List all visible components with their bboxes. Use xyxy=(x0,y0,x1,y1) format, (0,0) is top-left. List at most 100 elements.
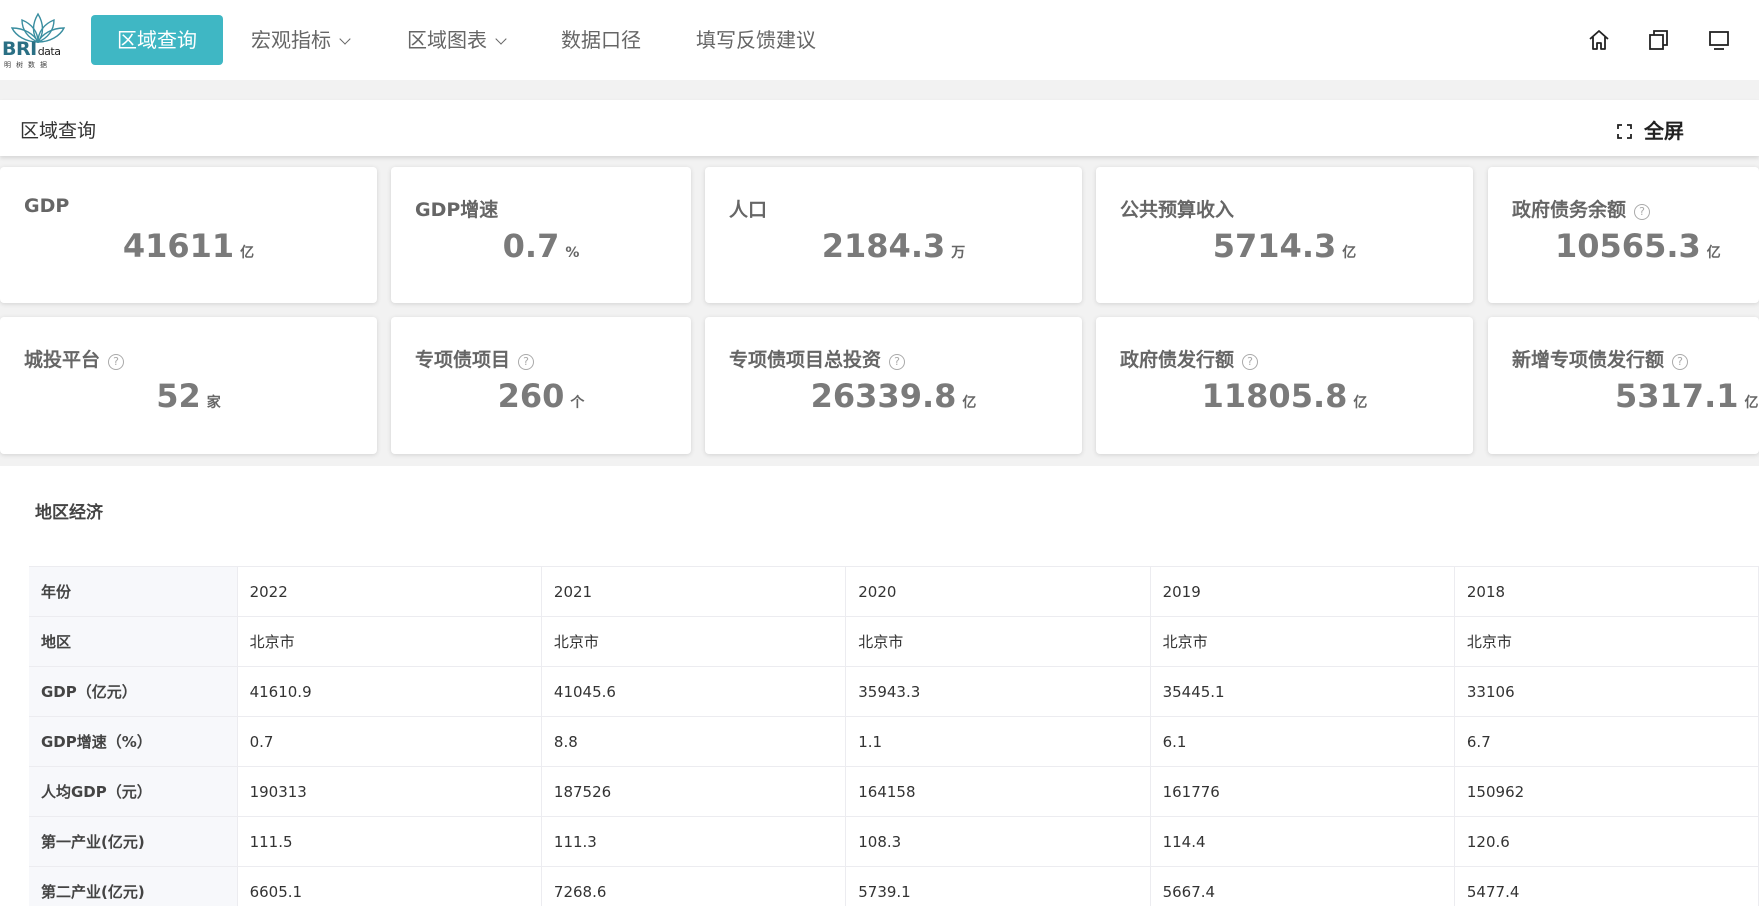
card-unit: 亿 xyxy=(1744,395,1759,411)
table-cell: 北京市 xyxy=(541,616,847,667)
nav-item-region-query[interactable]: 区域查询 xyxy=(91,15,223,65)
stat-card-new-special-bond-issuance: 新增专项债发行额? 5317.1 亿 xyxy=(1488,317,1759,454)
table-cell: 33106 xyxy=(1454,666,1759,717)
card-value: 5714.3 亿 xyxy=(1212,227,1357,265)
table-cell: 5477.4 xyxy=(1454,866,1759,906)
card-label: 专项债项目? xyxy=(415,345,535,372)
nav-item-region-charts[interactable]: 区域图表 xyxy=(407,15,507,65)
stat-card-special-bond-projects: 专项债项目? 260 个 xyxy=(391,317,691,454)
card-unit: 亿 xyxy=(1706,245,1721,261)
nav-item-label: 区域查询 xyxy=(117,28,197,52)
help-icon[interactable]: ? xyxy=(1242,354,1259,370)
row-header: 年份 xyxy=(29,566,238,617)
nav-item-data-definitions[interactable]: 数据口径 xyxy=(561,15,641,65)
regional-economy-section: 地区经济 年份 2022 2021 2020 2019 2018 地区 北京市 … xyxy=(0,466,1759,906)
logo-subtitle: 明树数据 xyxy=(4,61,52,69)
brand-logo[interactable]: BRIdata 明树数据 xyxy=(0,0,72,80)
card-label: 城投平台? xyxy=(24,345,125,372)
help-icon[interactable]: ? xyxy=(889,354,906,370)
card-value: 5317.1 亿 xyxy=(1615,377,1759,415)
stat-card-gdp: GDP 41611 亿 xyxy=(0,167,377,303)
copy-icon[interactable] xyxy=(1647,28,1671,52)
table-cell: 111.3 xyxy=(541,816,847,867)
table-cell: 150962 xyxy=(1454,766,1759,817)
card-value: 41611 亿 xyxy=(122,227,255,265)
table-row: GDP增速（%） 0.7 8.8 1.1 6.1 6.7 xyxy=(29,716,1759,767)
card-unit: 个 xyxy=(570,395,585,411)
card-label: 专项债项目总投资? xyxy=(729,345,906,372)
stat-card-gdp-growth: GDP增速 0.7% xyxy=(391,167,691,303)
help-icon[interactable]: ? xyxy=(1634,204,1651,220)
stat-card-lgfv-platforms: 城投平台? 52 家 xyxy=(0,317,377,454)
card-unit: 万 xyxy=(951,245,966,261)
table-cell: 108.3 xyxy=(845,816,1151,867)
home-icon[interactable] xyxy=(1587,28,1611,52)
card-value: 11805.8 亿 xyxy=(1201,377,1368,415)
table-cell: 6605.1 xyxy=(237,866,542,906)
card-label: 政府债发行额? xyxy=(1120,345,1259,372)
card-unit: 亿 xyxy=(1353,395,1368,411)
fullscreen-label: 全屏 xyxy=(1644,119,1684,143)
card-value: 0.7% xyxy=(502,227,580,265)
table-cell: 35445.1 xyxy=(1150,666,1455,717)
stat-card-population: 人口 2184.3 万 xyxy=(705,167,1082,303)
table-row: 第一产业(亿元) 111.5 111.3 108.3 114.4 120.6 xyxy=(29,816,1759,867)
table-row: 地区 北京市 北京市 北京市 北京市 北京市 xyxy=(29,616,1759,667)
table-cell: 161776 xyxy=(1150,766,1455,817)
logo-text: BRI xyxy=(2,38,37,60)
help-icon[interactable]: ? xyxy=(518,354,535,370)
chevron-down-icon xyxy=(495,33,507,45)
card-label: 公共预算收入 xyxy=(1120,199,1235,221)
card-value: 26339.8 亿 xyxy=(810,377,977,415)
card-value: 2184.3 万 xyxy=(821,227,966,265)
top-nav: BRIdata 明树数据 区域查询 宏观指标 区域图表 数据口径 填写反馈建议 xyxy=(0,0,1759,80)
table-row: 人均GDP（元） 190313 187526 164158 161776 150… xyxy=(29,766,1759,817)
table-cell: 5739.1 xyxy=(845,866,1151,906)
help-icon[interactable]: ? xyxy=(1672,354,1689,370)
table-cell: 8.8 xyxy=(541,716,847,767)
row-header: 人均GDP（元） xyxy=(29,766,238,817)
table-cell: 2020 xyxy=(845,566,1151,617)
fullscreen-icon xyxy=(1617,124,1632,139)
table-cell: 北京市 xyxy=(1150,616,1455,667)
nav-item-label: 数据口径 xyxy=(561,28,641,52)
card-label: 政府债务余额? xyxy=(1512,195,1651,222)
stat-card-government-bond-issuance: 政府债发行额? 11805.8 亿 xyxy=(1096,317,1473,454)
table-cell: 190313 xyxy=(237,766,542,817)
table-cell: 北京市 xyxy=(1454,616,1759,667)
nav-item-macro-indicators[interactable]: 宏观指标 xyxy=(251,15,351,65)
table-cell: 5667.4 xyxy=(1150,866,1455,906)
panel-header: 区域查询 全屏 xyxy=(0,100,1759,156)
card-value: 10565.3 亿 xyxy=(1555,227,1721,265)
row-header: GDP（亿元） xyxy=(29,666,238,717)
table-cell: 187526 xyxy=(541,766,847,817)
row-header: GDP增速（%） xyxy=(29,716,238,767)
card-value: 260 个 xyxy=(497,377,585,415)
nav-item-feedback[interactable]: 填写反馈建议 xyxy=(696,15,816,65)
card-label: GDP xyxy=(24,195,70,217)
row-header: 地区 xyxy=(29,616,238,667)
nav-item-label: 宏观指标 xyxy=(251,28,331,52)
card-unit: 亿 xyxy=(240,245,255,261)
card-unit: 亿 xyxy=(1342,245,1357,261)
fullscreen-button[interactable]: 全屏 xyxy=(1617,115,1684,144)
card-label: 人口 xyxy=(729,199,768,221)
table-cell: 北京市 xyxy=(845,616,1151,667)
card-value: 52 家 xyxy=(156,377,221,415)
table-cell: 1.1 xyxy=(845,716,1151,767)
regional-economy-table: 年份 2022 2021 2020 2019 2018 地区 北京市 北京市 北… xyxy=(29,566,1759,906)
row-header: 第一产业(亿元) xyxy=(29,816,238,867)
help-icon[interactable]: ? xyxy=(108,354,125,370)
table-row: GDP（亿元） 41610.9 41045.6 35943.3 35445.1 … xyxy=(29,666,1759,717)
table-cell: 2018 xyxy=(1454,566,1759,617)
table-cell: 111.5 xyxy=(237,816,542,867)
row-header: 第二产业(亿元) xyxy=(29,866,238,906)
monitor-icon[interactable] xyxy=(1707,28,1731,52)
table-row: 第二产业(亿元) 6605.1 7268.6 5739.1 5667.4 547… xyxy=(29,866,1759,906)
table-cell: 41610.9 xyxy=(237,666,542,717)
card-unit: 亿 xyxy=(962,395,977,411)
nav-item-label: 填写反馈建议 xyxy=(696,28,816,52)
table-cell: 114.4 xyxy=(1150,816,1455,867)
panel-title: 区域查询 xyxy=(20,120,97,142)
table-cell: 41045.6 xyxy=(541,666,847,717)
